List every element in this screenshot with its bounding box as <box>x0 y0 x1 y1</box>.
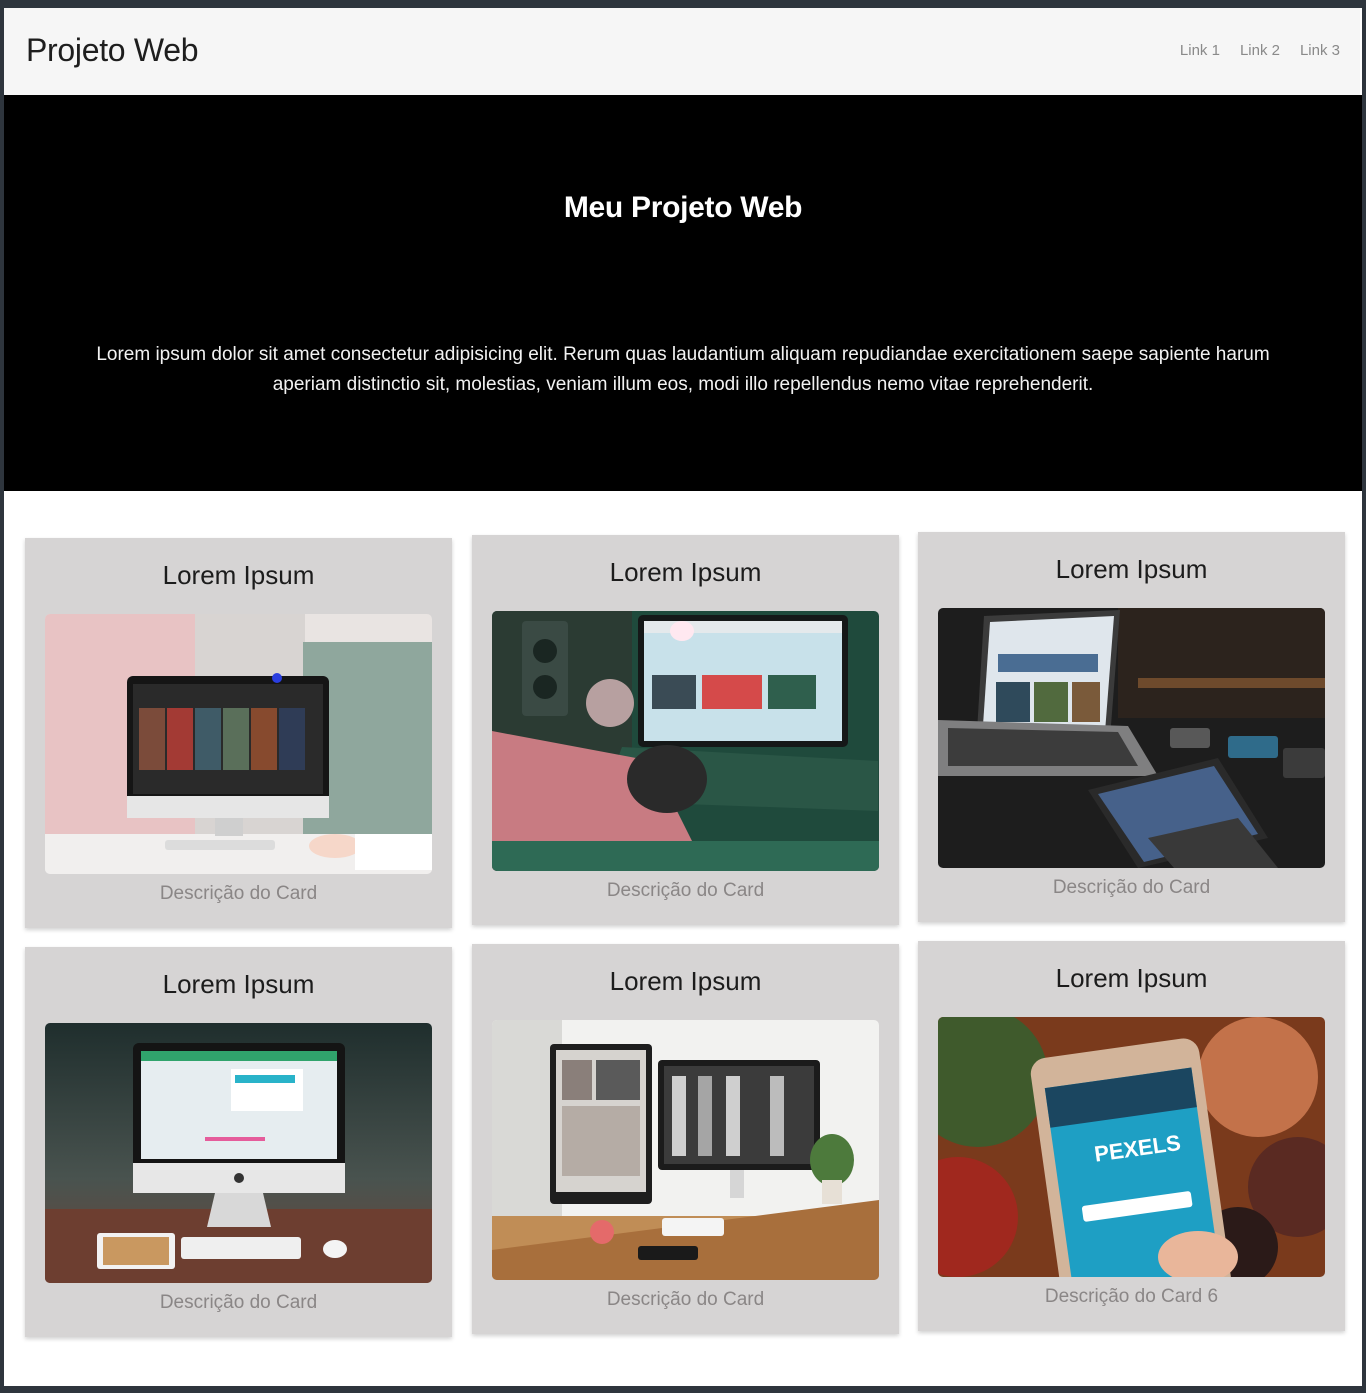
card-description: Descrição do Card <box>606 880 765 901</box>
card-title: Lorem Ipsum <box>609 557 762 587</box>
hero-text: Lorem ipsum dolor sit amet consectetur a… <box>96 344 1270 395</box>
card-title: Lorem Ipsum <box>162 560 315 590</box>
card-image <box>938 608 1325 868</box>
navbar: Projeto Web Link 1 Link 2 Link 3 <box>4 8 1360 95</box>
nav-link-3[interactable]: Link 3 <box>1300 42 1340 59</box>
card-1: Lorem Ipsum Descrição do Card <box>25 538 452 928</box>
phone-pexels-app-photo: PEXELS <box>938 1017 1325 1277</box>
laptop-and-tablets-dark-photo <box>938 608 1325 868</box>
card-4: Lorem Ipsum Descrição do Card <box>25 947 452 1337</box>
card-description: Descrição do Card <box>1052 877 1211 898</box>
card-title: Lorem Ipsum <box>1055 963 1208 993</box>
card-image <box>492 611 879 871</box>
nav-link-2[interactable]: Link 2 <box>1240 42 1280 59</box>
card-image <box>492 1020 879 1280</box>
dual-monitor-workspace-photo <box>492 1020 879 1280</box>
card-title: Lorem Ipsum <box>162 969 315 999</box>
card-image: PEXELS <box>938 1017 1325 1277</box>
desktop-monitor-streaming-photo <box>45 614 432 874</box>
brand-title[interactable]: Projeto Web <box>26 32 199 69</box>
hero-title: Meu Projeto Web <box>563 191 803 224</box>
nav-link-1[interactable]: Link 1 <box>1180 42 1220 59</box>
card-image <box>45 1023 432 1283</box>
card-image <box>45 614 432 874</box>
card-description: Descrição do Card <box>606 1289 765 1310</box>
laptop-desk-green-light-photo <box>492 611 879 871</box>
card-6: Lorem Ipsum PEXELS Descrição do Card 6 <box>918 941 1345 1331</box>
imac-on-wood-desk-photo <box>45 1023 432 1283</box>
card-description: Descrição do Card <box>159 883 318 904</box>
card-description: Descrição do Card <box>159 1292 318 1313</box>
card-title: Lorem Ipsum <box>609 966 762 996</box>
nav-links: Link 1 Link 2 Link 3 <box>1180 42 1340 59</box>
card-2: Lorem Ipsum Descrição do Card <box>472 535 899 925</box>
card-description: Descrição do Card 6 <box>1044 1286 1219 1307</box>
hero-section: Meu Projeto Web Lorem ipsum dolor sit am… <box>4 95 1362 491</box>
card-3: Lorem Ipsum Descrição do Card <box>918 532 1345 922</box>
card-5: Lorem Ipsum Descrição do Card <box>472 944 899 1334</box>
card-title: Lorem Ipsum <box>1055 554 1208 584</box>
page: Projeto Web Link 1 Link 2 Link 3 Meu Pro… <box>4 8 1362 1386</box>
